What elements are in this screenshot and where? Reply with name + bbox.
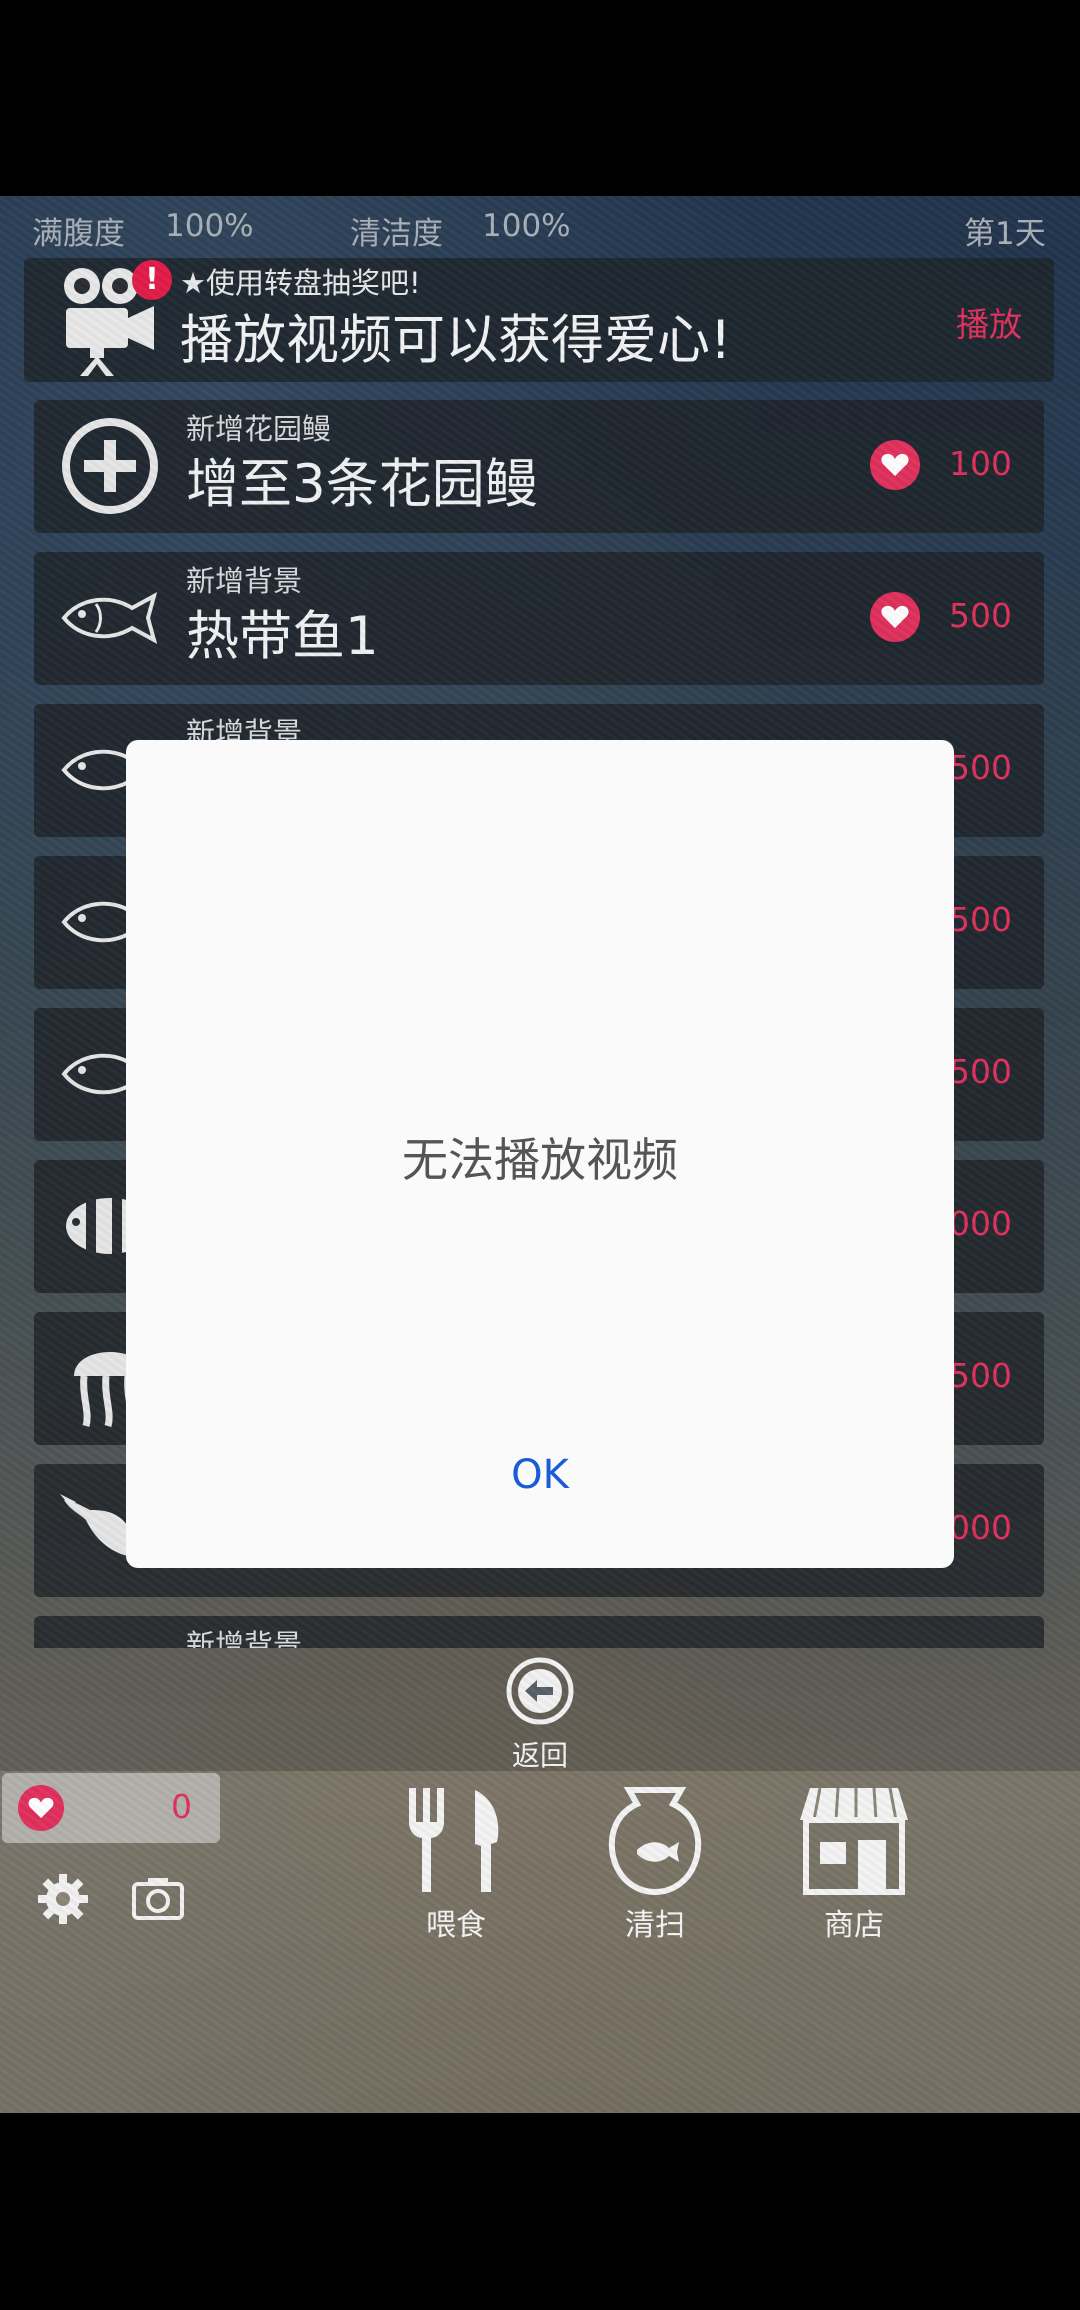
gear-icon[interactable] <box>36 1872 90 1926</box>
item-price: 500 <box>949 748 1012 787</box>
heart-icon <box>870 592 920 642</box>
cleanliness-value: 100% <box>482 208 571 244</box>
camera-icon[interactable] <box>132 1876 184 1920</box>
promo-subtitle: ★使用转盘抽奖吧! <box>180 266 421 300</box>
shop-button[interactable]: 商店 <box>794 1786 914 1944</box>
item-price: 000 <box>949 1204 1012 1243</box>
back-button[interactable]: 返回 <box>502 1656 578 1774</box>
fishbowl-icon <box>608 1787 702 1896</box>
status-bar: 满腹度 100% 清洁度 100% 第1天 <box>0 208 1080 258</box>
heart-counter: 0 <box>2 1773 220 1843</box>
day-counter: 第1天 <box>964 216 1046 252</box>
clean-label: 清扫 <box>625 1908 685 1943</box>
shop-item-tropical-fish[interactable]: 新增背景 热带鱼1 500 <box>34 552 1044 685</box>
shop-item-garden-eel[interactable]: 新增花园鳗 增至3条花园鳗 100 <box>34 400 1044 533</box>
heart-icon <box>870 440 920 490</box>
item-title: 热带鱼1 <box>186 606 379 667</box>
item-price: 500 <box>949 596 1012 635</box>
feed-button[interactable]: 喂食 <box>398 1786 514 1944</box>
satiety-value: 100% <box>165 208 254 244</box>
ok-button[interactable]: OK <box>490 1440 590 1510</box>
fish-icon <box>61 591 158 645</box>
plus-circle-icon <box>62 418 158 514</box>
back-label: 返回 <box>511 1739 568 1772</box>
error-dialog: 无法播放视频 OK <box>126 740 954 1568</box>
fish-icon <box>60 1632 160 1648</box>
clean-button[interactable]: 清扫 <box>600 1786 710 1944</box>
video-reward-banner[interactable]: ! ★使用转盘抽奖吧! 播放视频可以获得爱心! 播放 <box>24 258 1054 382</box>
item-price: 500 <box>949 1052 1012 1091</box>
feed-label: 喂食 <box>426 1908 486 1943</box>
back-arrow-icon <box>506 1657 574 1725</box>
cleanliness-label: 清洁度 <box>350 216 443 252</box>
alert-badge: ! <box>132 260 172 300</box>
dialog-message: 无法播放视频 <box>402 1133 678 1187</box>
item-price: 500 <box>949 900 1012 939</box>
item-price: 500 <box>949 1356 1012 1395</box>
heart-icon <box>18 1785 64 1831</box>
item-price: 100 <box>949 444 1012 483</box>
play-video-button[interactable]: 播放 <box>956 298 1022 346</box>
satiety-label: 满腹度 <box>32 216 125 252</box>
store-icon <box>800 1787 908 1895</box>
item-title: 增至3条花园鳗 <box>186 454 538 515</box>
item-category: 新增背景 <box>186 1628 303 1648</box>
promo-title: 播放视频可以获得爱心! <box>180 310 732 371</box>
item-price: 000 <box>949 1508 1012 1547</box>
shop-item[interactable]: 新增背景 <box>34 1616 1044 1648</box>
fork-knife-icon <box>409 1788 499 1892</box>
heart-count: 0 <box>171 1787 192 1826</box>
shop-label: 商店 <box>824 1908 884 1943</box>
